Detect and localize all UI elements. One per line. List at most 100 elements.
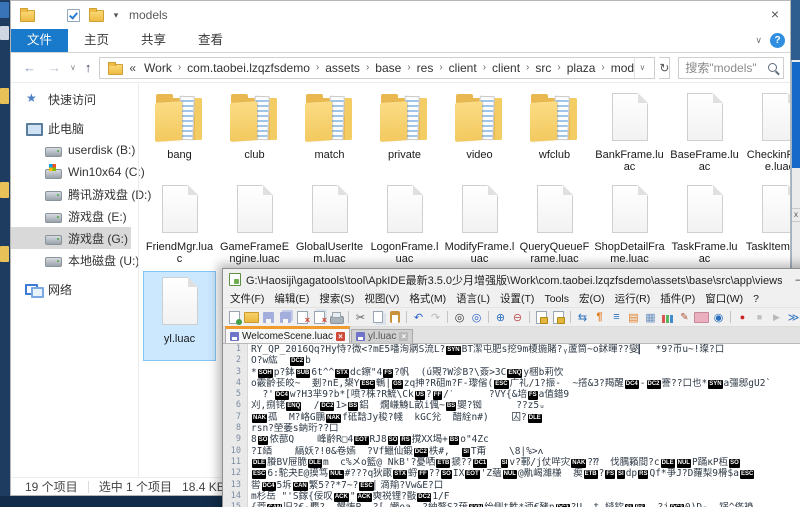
play-macro-icon[interactable]: ▶: [768, 310, 785, 325]
file-item[interactable]: GameFrameEngine.luac: [218, 179, 291, 269]
function-list-icon[interactable]: [659, 310, 676, 325]
file-item[interactable]: LogonFrame.luac: [368, 179, 441, 269]
address-dropdown-icon[interactable]: ∨: [634, 58, 651, 78]
sync-vertical-icon[interactable]: [533, 310, 550, 325]
search-box[interactable]: [678, 57, 784, 79]
address-box[interactable]: « Work › com.taobei.lzqzfsdemo › assets …: [99, 57, 655, 79]
back-button[interactable]: ←: [19, 60, 40, 75]
edit-document-icon[interactable]: ✎: [676, 310, 693, 325]
breadcrumb-item[interactable]: assets: [320, 61, 365, 75]
file-item[interactable]: match: [293, 87, 366, 177]
document-tab[interactable]: yl.luac ×: [351, 329, 413, 343]
sidebar-item[interactable]: 本地磁盘 (U:): [11, 249, 131, 271]
project-panel-icon[interactable]: [693, 310, 710, 325]
file-item[interactable]: BankFrame.luac: [593, 87, 666, 177]
toolbar-icon[interactable]: [488, 311, 489, 323]
sidebar-item[interactable]: Win10x64 (C:): [11, 161, 131, 183]
user-language-icon[interactable]: ▤: [625, 310, 642, 325]
cut-icon[interactable]: ✂: [352, 310, 369, 325]
sidebar-item[interactable]: 腾讯游戏盘 (D:): [11, 183, 131, 205]
ribbon-tab[interactable]: 文件: [11, 29, 68, 52]
new-file-icon[interactable]: [226, 310, 243, 325]
zoom-in-icon[interactable]: ⊕: [492, 310, 509, 325]
save-all-icon[interactable]: [277, 310, 294, 325]
word-wrap-icon[interactable]: ⇆: [574, 310, 591, 325]
menu-item[interactable]: 文件(F): [225, 291, 269, 306]
toolbar-icon[interactable]: [348, 311, 349, 323]
file-item[interactable]: yl.luac: [143, 271, 216, 361]
indent-guide-icon[interactable]: ≡: [608, 310, 625, 325]
tab-close-icon[interactable]: ×: [399, 332, 408, 341]
properties-check-icon[interactable]: [65, 8, 81, 22]
find-icon[interactable]: ◎: [451, 310, 468, 325]
record-macro-icon[interactable]: ●: [734, 310, 751, 325]
menu-item[interactable]: 插件(P): [655, 291, 700, 306]
tab-close-icon[interactable]: ×: [336, 332, 345, 341]
toolbar-icon[interactable]: [406, 311, 407, 323]
close-file-icon[interactable]: [294, 310, 311, 325]
sync-horizontal-icon[interactable]: [550, 310, 567, 325]
file-item[interactable]: QueryQueueFrame.luac: [518, 179, 591, 269]
file-item[interactable]: BaseFrame.luac: [668, 87, 741, 177]
file-item[interactable]: ShopDetailFrame.luac: [593, 179, 666, 269]
window-folder-icon[interactable]: [19, 8, 35, 22]
menu-item[interactable]: 语言(L): [451, 291, 495, 306]
document-map-icon[interactable]: ▦: [642, 310, 659, 325]
file-item[interactable]: private: [368, 87, 441, 177]
zoom-out-icon[interactable]: ⊖: [509, 310, 526, 325]
sidebar-item[interactable]: 此电脑: [11, 117, 131, 139]
sidebar-item[interactable]: userdisk (B:): [11, 139, 131, 161]
recent-locations-icon[interactable]: ∨: [69, 63, 77, 72]
editor-text-area[interactable]: 1 RY_QP_2016Qq?Hy恃?微<?mE5噃洵寎S流L?SYNBT潔屯肥…: [223, 344, 800, 507]
toolbar-icon[interactable]: [570, 311, 571, 323]
up-button[interactable]: ↑: [81, 60, 96, 75]
toolbar-icon[interactable]: [730, 311, 731, 323]
sidebar-item[interactable]: 游戏盘 (G:): [11, 227, 131, 249]
copy-icon[interactable]: [369, 310, 386, 325]
breadcrumb-item[interactable]: base: [370, 61, 406, 75]
save-file-icon[interactable]: [260, 310, 277, 325]
menu-item[interactable]: Tools: [539, 293, 574, 305]
refresh-button[interactable]: ↻: [659, 57, 670, 79]
file-item[interactable]: club: [218, 87, 291, 177]
forward-button[interactable]: →: [44, 60, 65, 75]
breadcrumb-item[interactable]: res: [412, 61, 439, 75]
qat-dropdown-icon[interactable]: ▾: [111, 8, 121, 22]
menu-item[interactable]: 窗口(W): [700, 291, 748, 306]
undo-icon[interactable]: ↶: [410, 310, 427, 325]
menu-item[interactable]: 视图(V): [359, 291, 404, 306]
document-tab[interactable]: WelcomeScene.luac ×: [225, 326, 350, 343]
file-item[interactable]: TaskFrame.luac: [668, 179, 741, 269]
folder-icon[interactable]: [88, 8, 104, 22]
qat-separator[interactable]: [42, 8, 58, 22]
menu-item[interactable]: ?: [748, 293, 764, 305]
file-item[interactable]: TaskItem.luac: [743, 179, 790, 269]
breadcrumb-item[interactable]: models: [606, 61, 634, 75]
breadcrumb-item[interactable]: client: [444, 61, 482, 75]
breadcrumb-item[interactable]: com.taobei.lzqzfsdemo: [182, 61, 315, 75]
menu-item[interactable]: 编辑(E): [269, 291, 314, 306]
background-close-icon[interactable]: x: [792, 208, 800, 222]
ribbon-tab[interactable]: 查看: [182, 29, 239, 52]
open-file-icon[interactable]: [243, 310, 260, 325]
sidebar-item[interactable]: 游戏盘 (E:): [11, 205, 131, 227]
breadcrumb-item[interactable]: plaza: [562, 61, 601, 75]
toolbar-icon[interactable]: [529, 311, 530, 323]
help-icon[interactable]: ?: [770, 33, 785, 48]
replace-icon[interactable]: ◎: [468, 310, 485, 325]
menu-item[interactable]: 格式(M): [404, 291, 451, 306]
menu-item[interactable]: 搜索(S): [314, 291, 359, 306]
menu-item[interactable]: 宏(O): [574, 291, 610, 306]
close-all-icon[interactable]: [311, 310, 328, 325]
sidebar-item[interactable]: 快速访问: [11, 88, 131, 110]
search-input[interactable]: [685, 61, 765, 75]
file-item[interactable]: ModifyFrame.luac: [443, 179, 516, 269]
print-icon[interactable]: [328, 310, 345, 325]
ribbon-tab[interactable]: 主页: [68, 29, 125, 52]
ribbon-tab[interactable]: 共享: [125, 29, 182, 52]
close-icon[interactable]: ×: [764, 4, 786, 24]
file-monitor-icon[interactable]: ◉: [710, 310, 727, 325]
breadcrumb-item[interactable]: Work: [139, 61, 177, 75]
file-item[interactable]: FriendMgr.luac: [143, 179, 216, 269]
search-icon[interactable]: [768, 63, 777, 72]
